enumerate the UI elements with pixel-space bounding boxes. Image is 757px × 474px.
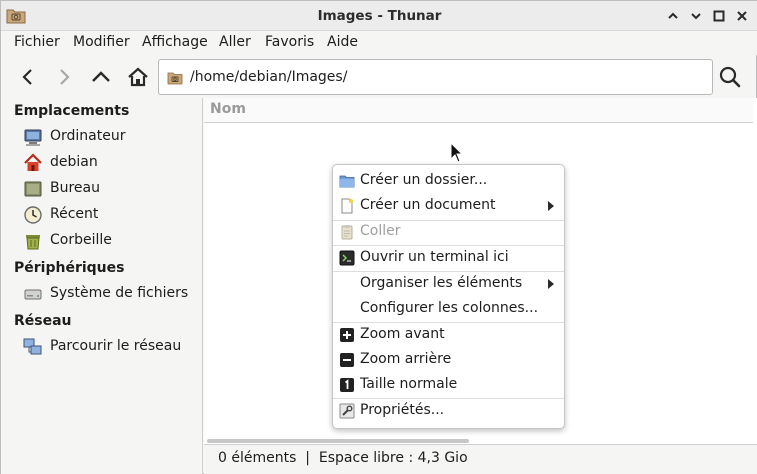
zoom-out-icon	[340, 353, 354, 367]
close-icon	[737, 11, 747, 21]
submenu-arrow-icon	[548, 279, 554, 289]
toolbar: /home/debian/Images/	[1, 56, 757, 98]
arrow-back-icon	[22, 69, 32, 85]
column-header-name[interactable]: Nom	[204, 98, 753, 123]
menu-affichage[interactable]: Affichage	[142, 34, 208, 50]
forward-button[interactable]	[49, 62, 79, 92]
statusbar: 0 éléments | Espace libre : 4,3 Gio	[204, 444, 757, 474]
menu-item-zoom-arriere[interactable]: Zoom arrière	[333, 348, 564, 373]
drive-harddisk-icon	[24, 289, 42, 300]
window-close-button[interactable]	[732, 6, 752, 26]
menu-item-ouvrir-terminal[interactable]: Ouvrir un terminal ici	[333, 246, 564, 271]
menu-item-label: Créer un dossier...	[360, 172, 488, 188]
mouse-pointer-icon	[450, 142, 464, 163]
titlebar[interactable]: Images - Thunar	[1, 1, 757, 31]
home-button[interactable]	[123, 62, 153, 92]
column-header-label: Nom	[210, 101, 246, 117]
submenu-arrow-icon	[548, 201, 554, 211]
document-new-icon	[341, 198, 354, 214]
search-button[interactable]	[715, 62, 745, 92]
menu-item-label: Taille normale	[360, 376, 458, 392]
location-bar[interactable]: /home/debian/Images/	[158, 59, 713, 95]
sidebar-item-systeme-de-fichiers[interactable]: Système de fichiers	[21, 282, 199, 306]
chevron-up-icon	[668, 12, 678, 19]
sidebar: Emplacements Ordinateur debian Bureau Ré…	[1, 98, 203, 474]
menu-item-label: Configurer les colonnes...	[360, 300, 539, 316]
menu-item-creer-document[interactable]: Créer un document	[333, 194, 564, 219]
sidebar-item-label: debian	[50, 154, 98, 170]
sidebar-section-peripheriques: Périphériques	[14, 260, 125, 276]
sidebar-item-label: Bureau	[50, 180, 100, 196]
menu-item-label: Zoom arrière	[360, 351, 452, 367]
menu-item-taille-normale[interactable]: Taille normale	[333, 373, 564, 398]
sidebar-item-parcourir-le-reseau[interactable]: Parcourir le réseau	[21, 335, 199, 359]
parent-folder-button[interactable]	[86, 62, 116, 92]
folder-new-icon	[339, 175, 355, 188]
window-minimize-button[interactable]	[686, 6, 706, 26]
desktop-icon	[24, 181, 42, 197]
menu-favoris[interactable]: Favoris	[265, 34, 314, 50]
menu-item-proprietes[interactable]: Propriétés...	[333, 399, 564, 424]
home-folder-icon	[24, 153, 42, 171]
menu-modifier[interactable]: Modifier	[73, 34, 130, 50]
menu-aller[interactable]: Aller	[219, 34, 251, 50]
trash-icon	[26, 235, 40, 250]
menu-fichier[interactable]: Fichier	[14, 34, 60, 50]
terminal-icon	[339, 250, 355, 266]
folder-pictures-icon	[167, 72, 183, 85]
sidebar-item-label: Parcourir le réseau	[50, 338, 182, 354]
home-icon	[128, 67, 148, 87]
menu-item-label: Coller	[360, 223, 401, 239]
menu-aide[interactable]: Aide	[327, 34, 358, 50]
chevron-down-icon	[691, 13, 701, 20]
window-title: Images - Thunar	[317, 8, 442, 24]
menu-item-label: Organiser les éléments	[360, 275, 523, 291]
location-path: /home/debian/Images/	[190, 69, 348, 85]
sidebar-section-reseau: Réseau	[14, 313, 72, 329]
menu-item-configurer-colonnes[interactable]: Configurer les colonnes...	[333, 297, 564, 322]
menu-item-label: Propriétés...	[360, 402, 445, 418]
menu-item-label: Créer un document	[360, 197, 496, 213]
menu-item-coller: Coller	[333, 220, 564, 245]
sidebar-item-corbeille[interactable]: Corbeille	[21, 229, 199, 253]
menubar: Fichier Modifier Affichage Aller Favoris…	[1, 31, 757, 55]
back-button[interactable]	[13, 62, 43, 92]
clock-icon	[24, 206, 42, 224]
network-icon	[23, 338, 42, 355]
arrow-up-icon	[92, 71, 110, 82]
sidebar-item-label: Récent	[50, 206, 99, 222]
window-shade-button[interactable]	[663, 6, 683, 26]
thunar-window: Images - Thunar Fichier Modifier Afficha…	[0, 0, 757, 474]
menu-item-creer-dossier[interactable]: Créer un dossier...	[333, 169, 564, 194]
sidebar-item-debian[interactable]: debian	[21, 151, 199, 175]
sidebar-item-label: Ordinateur	[50, 128, 126, 144]
search-icon	[719, 66, 741, 88]
sidebar-section-emplacements: Emplacements	[14, 103, 130, 119]
sidebar-item-recent[interactable]: Récent	[21, 203, 199, 227]
sidebar-item-ordinateur[interactable]: Ordinateur	[21, 125, 199, 149]
context-menu: Créer un dossier... Créer un document Co…	[332, 164, 565, 429]
zoom-normal-icon	[340, 378, 354, 392]
computer-icon	[24, 129, 42, 146]
menu-item-zoom-avant[interactable]: Zoom avant	[333, 323, 564, 348]
maximize-icon	[713, 10, 725, 22]
sidebar-item-label: Système de fichiers	[50, 285, 189, 301]
menu-item-label: Zoom avant	[360, 326, 445, 342]
sidebar-item-bureau[interactable]: Bureau	[21, 177, 199, 201]
status-text: 0 éléments | Espace libre : 4,3 Gio	[218, 450, 468, 466]
menu-item-label: Ouvrir un terminal ici	[360, 249, 509, 265]
horizontal-scrollbar[interactable]	[207, 439, 469, 443]
properties-icon	[339, 403, 355, 419]
arrow-forward-icon	[60, 69, 70, 85]
paste-icon	[341, 225, 353, 240]
zoom-in-icon	[340, 328, 354, 342]
window-maximize-button[interactable]	[709, 6, 729, 26]
menu-item-organiser[interactable]: Organiser les éléments	[333, 272, 564, 297]
sidebar-item-label: Corbeille	[50, 232, 112, 248]
